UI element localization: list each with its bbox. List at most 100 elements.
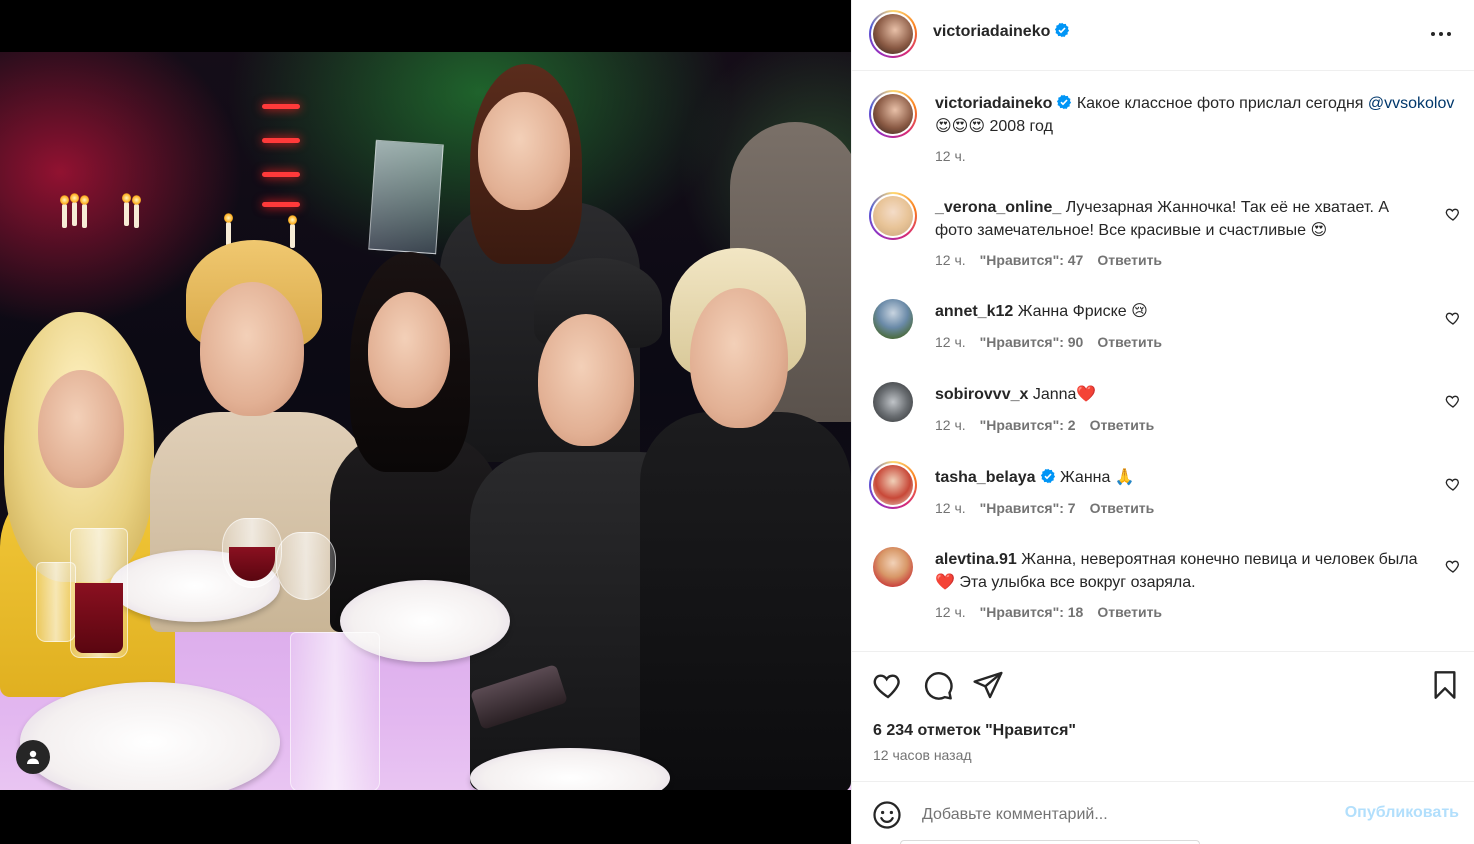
commenter-avatar[interactable]	[873, 382, 913, 422]
caption-emojis: 😍😍😍	[935, 118, 986, 135]
comment-likes[interactable]: "Нравится": 2	[980, 417, 1076, 433]
comment-time[interactable]: 12 ч.	[935, 417, 966, 433]
glass	[70, 528, 128, 658]
neon-light	[262, 172, 300, 177]
wine-glass	[222, 518, 282, 588]
post-actions: 6 234 отметок "Нравится" 12 часов назад	[852, 651, 1474, 781]
wine-glass	[276, 532, 336, 600]
comment-username[interactable]: _verona_online_	[935, 199, 1061, 216]
caption-text: victoriadaineko Какое классное фото прис…	[935, 92, 1455, 138]
candle	[80, 195, 89, 228]
neon-light	[262, 138, 300, 143]
comment-text: sobirovvv_x Janna❤️	[935, 383, 1425, 406]
comment-username[interactable]: sobirovvv_x	[935, 386, 1028, 403]
caption: victoriadaineko Какое классное фото прис…	[852, 86, 1474, 176]
reply-button[interactable]: Ответить	[1090, 417, 1155, 433]
comment-body: Janna❤️	[1028, 386, 1097, 403]
author-username[interactable]: victoriadaineko	[933, 23, 1050, 40]
post-photo[interactable]	[0, 52, 851, 790]
bookmark-icon[interactable]	[1429, 669, 1461, 701]
comment-time[interactable]: 12 ч.	[935, 252, 966, 268]
likes-count[interactable]: 6 234 отметок "Нравится"	[873, 722, 1076, 740]
comments-list[interactable]: victoriadaineko Какое классное фото прис…	[852, 72, 1474, 650]
comment-meta: 12 ч. "Нравится": 2 Ответить	[935, 417, 1168, 433]
more-icon	[1431, 32, 1451, 36]
comment-likes[interactable]: "Нравится": 7	[980, 500, 1076, 516]
comment-meta: 12 ч. "Нравится": 47 Ответить	[935, 252, 1176, 268]
comment-like-heart-icon[interactable]	[1445, 558, 1461, 574]
comment-username[interactable]: tasha_belaya	[935, 469, 1036, 486]
commenter-avatar[interactable]	[869, 192, 917, 240]
post-sidebar: victoriadaineko victoriadaineko Какое кл…	[851, 0, 1474, 844]
add-comment-bar: Опубликовать	[852, 781, 1474, 844]
heart-icon[interactable]	[872, 669, 904, 701]
comment-like-heart-icon[interactable]	[1445, 476, 1461, 492]
caption-body: Какое классное фото прислал сегодня	[1072, 95, 1368, 112]
reply-button[interactable]: Ответить	[1090, 500, 1155, 516]
comment-text: tasha_belaya Жанна 🙏	[935, 466, 1425, 489]
post-media[interactable]	[0, 0, 851, 844]
neon-light	[262, 104, 300, 109]
user-icon	[27, 750, 39, 764]
comment-text: _verona_online_ Лучезарная Жанночка! Так…	[935, 196, 1425, 242]
comment-body: Жанна Фриске 😢	[1013, 303, 1148, 320]
neon-light	[262, 202, 300, 207]
comment-meta: 12 ч. "Нравится": 7 Ответить	[935, 500, 1168, 516]
comment-likes[interactable]: "Нравится": 18	[980, 604, 1084, 620]
post-header: victoriadaineko	[852, 0, 1474, 71]
more-options-button[interactable]	[1427, 22, 1455, 46]
mention-link[interactable]: @vvsokolov	[1368, 95, 1455, 112]
comment-time[interactable]: 12 ч.	[935, 604, 966, 620]
emoji-icon[interactable]	[872, 800, 902, 830]
author-avatar[interactable]	[869, 10, 917, 58]
comment-username[interactable]: annet_k12	[935, 303, 1013, 320]
reply-button[interactable]: Ответить	[1097, 334, 1162, 350]
candle	[288, 215, 297, 248]
comment-like-heart-icon[interactable]	[1445, 393, 1461, 409]
comment-item: alevtina.91 Жанна, невероятная конечно п…	[852, 544, 1474, 644]
candle	[132, 195, 141, 228]
comment-icon[interactable]	[922, 669, 954, 701]
comment-likes[interactable]: "Нравится": 90	[980, 334, 1084, 350]
verified-badge-icon	[1055, 22, 1070, 38]
author-avatar[interactable]	[869, 90, 917, 138]
comment-input[interactable]	[922, 800, 1322, 830]
caption-username[interactable]: victoriadaineko	[935, 95, 1052, 112]
commenter-avatar[interactable]	[869, 461, 917, 509]
comment-body: Жанна 🙏	[1055, 469, 1135, 486]
comment-item: sobirovvv_x Janna❤️ 12 ч. "Нравится": 2 От…	[852, 379, 1474, 449]
candle	[122, 193, 131, 226]
comment-text: annet_k12 Жанна Фриске 😢	[935, 300, 1425, 323]
input-focus-outline	[900, 840, 1200, 844]
comment-item: _verona_online_ Лучезарная Жанночка! Так…	[852, 186, 1474, 282]
comment-like-heart-icon[interactable]	[1445, 310, 1461, 326]
plate	[20, 682, 280, 790]
verified-badge-icon	[1057, 94, 1072, 110]
tagged-users-button[interactable]	[16, 740, 50, 774]
commenter-avatar[interactable]	[873, 299, 913, 339]
candle	[70, 193, 79, 226]
publish-button[interactable]: Опубликовать	[1345, 804, 1459, 822]
glass	[290, 632, 380, 790]
caption-meta: 12 ч.	[935, 148, 980, 164]
comment-time[interactable]: 12 ч.	[935, 500, 966, 516]
comment-meta: 12 ч. "Нравится": 90 Ответить	[935, 334, 1176, 350]
caption-year: 2008 год	[985, 118, 1053, 135]
comment-text: alevtina.91 Жанна, невероятная конечно п…	[935, 548, 1425, 594]
comment-likes[interactable]: "Нравится": 47	[980, 252, 1084, 268]
share-icon[interactable]	[972, 669, 1004, 701]
award-trophy	[368, 139, 444, 255]
comment-username[interactable]: alevtina.91	[935, 551, 1017, 568]
reply-button[interactable]: Ответить	[1097, 252, 1162, 268]
commenter-avatar[interactable]	[873, 547, 913, 587]
comment-item: tasha_belaya Жанна 🙏 12 ч. "Нравится": 7 О…	[852, 458, 1474, 534]
verified-badge-icon	[1040, 468, 1055, 484]
candle	[60, 195, 69, 228]
comment-time[interactable]: 12 ч.	[935, 334, 966, 350]
comment-item: annet_k12 Жанна Фриске 😢 12 ч. "Нравится"…	[852, 296, 1474, 366]
comment-meta: 12 ч. "Нравится": 18 Ответить	[935, 604, 1176, 620]
caption-time[interactable]: 12 ч.	[935, 148, 966, 164]
post-time[interactable]: 12 часов назад	[873, 747, 972, 763]
reply-button[interactable]: Ответить	[1097, 604, 1162, 620]
comment-like-heart-icon[interactable]	[1445, 206, 1461, 222]
